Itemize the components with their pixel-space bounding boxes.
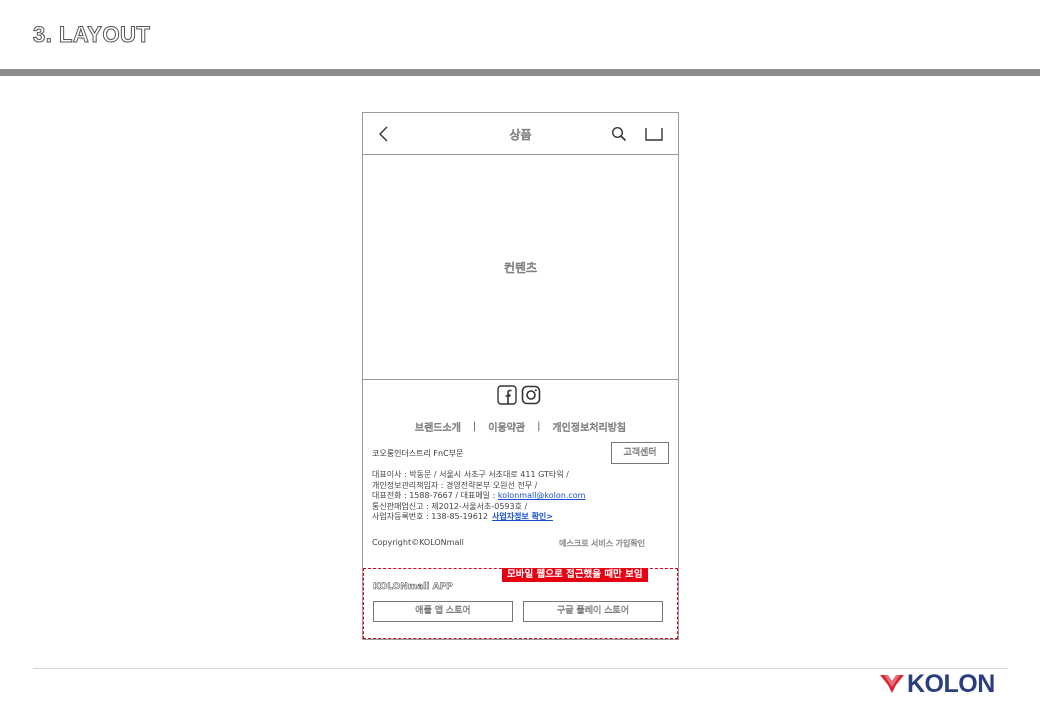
footer-link-terms[interactable]: 이용약관 [488,419,525,435]
info-privacy-officer: 개인정보관리책임자 : 경영전략본부 오원선 전무 / [372,480,538,490]
footer-link-separator: | [537,421,541,432]
content-label: 컨텐츠 [503,261,538,276]
company-name: 코오롱인더스트리 FnC부문 [372,449,464,458]
header-title: 상품 [509,128,532,143]
kolon-logo-icon [880,675,904,693]
info-biz-reg: 사업자등록번호 : 138-85-19612 사업자정보 확인> [372,512,585,523]
info-mail-order: 통신판매업신고 : 제2012-서울서초-0593호 / [372,501,528,511]
title-divider [0,69,1040,76]
footer-divider [33,668,1008,669]
app-store-button-2[interactable]: 구글 플레이 스토어 [523,601,663,622]
social-links [497,385,541,407]
facebook-icon[interactable] [497,385,517,405]
kolon-logo: KOLON [880,669,995,698]
info-biz-reg-text: 사업자등록번호 : 138-85-19612 [372,512,488,521]
mobile-header: 상품 [363,113,678,155]
copyright: Copyright©KOLONmall [372,538,464,547]
kolon-logo-text: KOLON [907,669,995,698]
app-title: KOLONmall APP [373,582,453,593]
app-download-section: 모바일 웹으로 접근했을 때만 보임 KOLONmall APP 애플 앱 스토… [363,568,678,639]
escrow-link[interactable]: 에스크로 서비스 가입확인 [559,538,645,549]
footer-link-privacy[interactable]: 개인정보처리방침 [552,419,626,435]
footer-link-brand[interactable]: 브랜드소개 [415,419,462,435]
company-info: 대표이사 : 박동문 / 서울시 서초구 서초대로 411 GT타워 / 개인정… [372,470,585,523]
footer-link-separator: | [472,421,477,432]
mobile-only-badge: 모바일 웹으로 접근했을 때만 보임 [502,568,648,582]
info-phone-text: 대표전화 : 1588-7667 / 대표메일 : [372,491,498,500]
cart-icon[interactable] [645,127,663,141]
footer-links: 브랜드소개 | 이용약관 | 개인정보처리방침 [363,419,678,434]
content-area: 컨텐츠 [363,156,678,380]
biz-info-link[interactable]: 사업자정보 확인> [492,512,553,521]
instagram-icon[interactable] [521,385,541,405]
slide-title: 3. LAYOUT [32,22,151,48]
mobile-wireframe: 상품 컨텐츠 브랜드소개 | 이용약관 | 개인정보처리방침 코오롱인더스트리 … [362,112,679,640]
app-store-button-1[interactable]: 애플 앱 스토어 [373,601,513,622]
info-ceo: 대표이사 : 박동문 / 서울시 서초구 서초대로 411 GT타워 / [372,470,569,479]
search-icon[interactable] [611,126,627,142]
email-link[interactable]: kolonmall@kolon.com [498,491,586,500]
info-phone: 대표전화 : 1588-7667 / 대표메일 : kolonmall@kolo… [372,491,585,502]
customer-center-button[interactable]: 고객센터 [611,442,669,464]
